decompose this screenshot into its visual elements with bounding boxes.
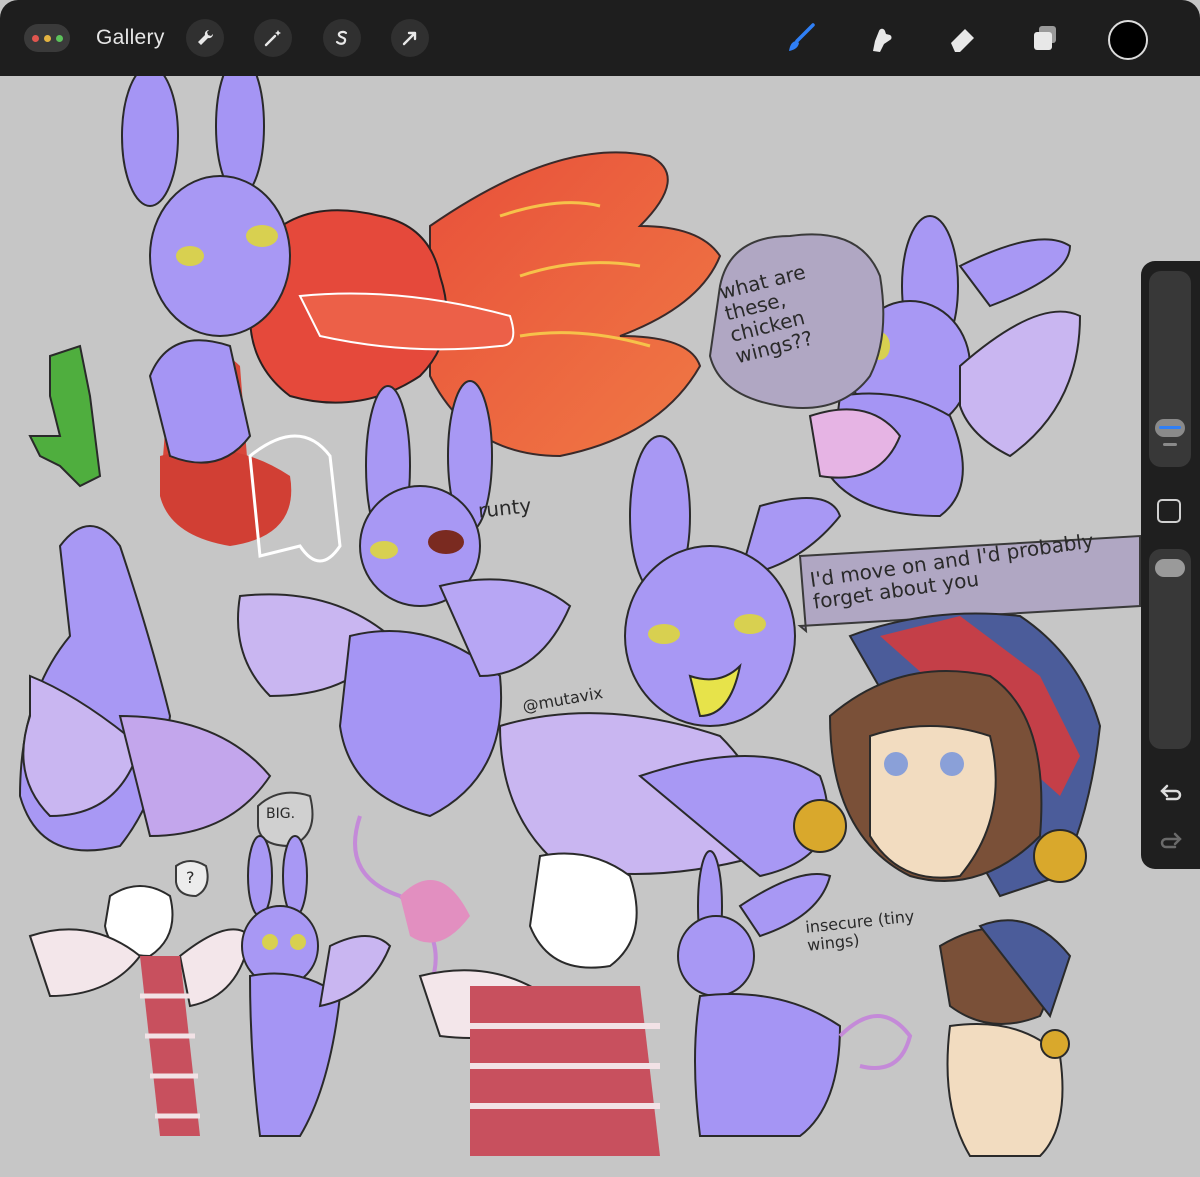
- tall-rabbit-drawing: [18, 525, 272, 852]
- side-toolbar: [1141, 261, 1200, 869]
- arrow-icon: [402, 31, 417, 46]
- dot-yellow-icon: [43, 34, 51, 42]
- text-big: BIG.: [266, 806, 296, 822]
- wrench-icon: [198, 29, 214, 45]
- window-menu-button[interactable]: [24, 24, 70, 52]
- opacity-slider[interactable]: [1149, 549, 1191, 749]
- smudge-icon: [873, 28, 892, 52]
- gallery-button[interactable]: Gallery: [96, 26, 165, 50]
- brush-button[interactable]: [780, 20, 820, 56]
- actions-button[interactable]: [186, 19, 224, 57]
- transform-button[interactable]: [391, 19, 429, 57]
- green-hand-drawing: [28, 344, 102, 488]
- adjustments-button[interactable]: [254, 19, 292, 57]
- text-question: ?: [186, 868, 195, 887]
- artwork: [18, 76, 1141, 1157]
- insecure-rabbit-drawing: [677, 850, 913, 1137]
- undo-button[interactable]: [1157, 779, 1185, 807]
- bunny-small-bottom-drawing: [241, 835, 392, 1137]
- magic-wand-icon: [264, 30, 281, 47]
- selection-button[interactable]: [323, 19, 361, 57]
- color-picker-button[interactable]: [1108, 20, 1148, 60]
- redo-icon: [1160, 832, 1182, 849]
- brush-size-slider[interactable]: [1149, 271, 1191, 467]
- layers-icon: [1034, 26, 1056, 50]
- layers-button[interactable]: [1025, 20, 1065, 56]
- undo-icon: [1160, 784, 1182, 801]
- jester-character-portrait-drawing: [793, 612, 1102, 898]
- brush-size-knob[interactable]: [1155, 419, 1185, 437]
- brush-icon: [789, 23, 815, 51]
- purple-rabbit-top-left-drawing: [121, 76, 291, 464]
- masked-character-left-drawing: [28, 885, 252, 1136]
- redo-button[interactable]: [1157, 827, 1185, 855]
- jester-pony-small-drawing: [938, 919, 1072, 1157]
- drawing-canvas[interactable]: what are these, chicken wings?? runty I'…: [0, 76, 1200, 1177]
- selection-s-icon: [335, 30, 348, 45]
- smiling-rabbit-drawing: [498, 435, 842, 878]
- dot-red-icon: [31, 34, 39, 42]
- dot-green-icon: [55, 34, 63, 42]
- eraser-icon: [951, 29, 974, 52]
- eraser-button[interactable]: [942, 20, 982, 56]
- top-toolbar: Gallery: [0, 0, 1200, 76]
- smudge-button[interactable]: [860, 20, 900, 56]
- opacity-knob[interactable]: [1155, 559, 1185, 577]
- modify-button[interactable]: [1157, 499, 1181, 523]
